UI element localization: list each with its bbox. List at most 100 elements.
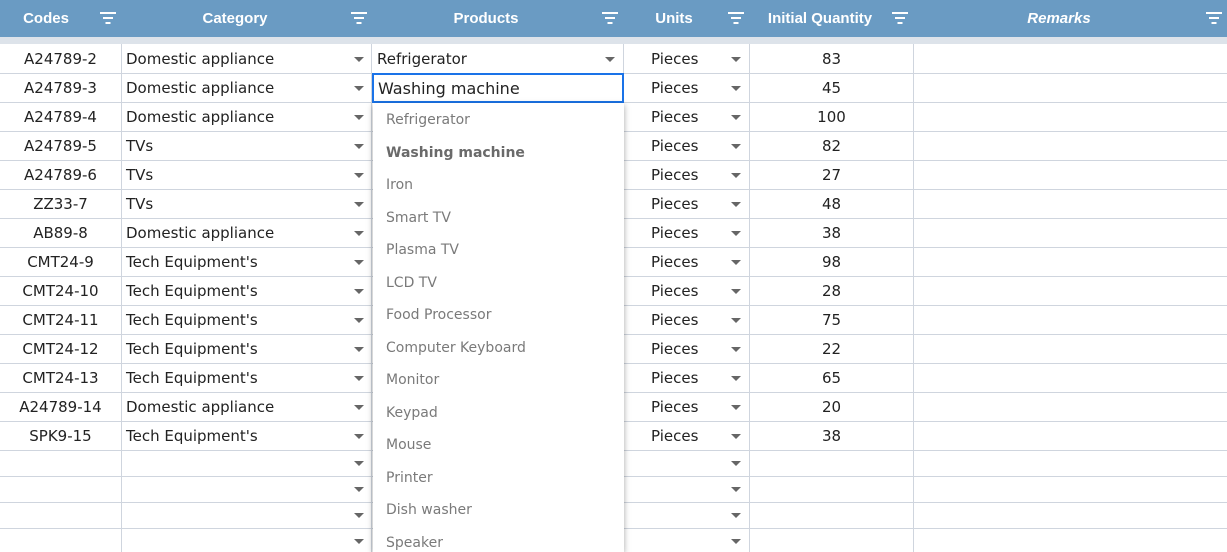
quantity-cell[interactable]: 65 [750,364,913,392]
chevron-down-icon[interactable] [731,260,741,265]
dropdown-option[interactable]: Refrigerator [386,112,470,128]
dropdown-option[interactable]: Smart TV [386,210,451,226]
quantity-cell[interactable]: 22 [750,335,913,363]
header-remarks[interactable]: Remarks [914,0,1204,37]
chevron-down-icon[interactable] [731,86,741,91]
chevron-down-icon[interactable] [731,347,741,352]
category-cell[interactable]: Tech Equipment's [126,277,346,305]
dropdown-option[interactable]: Dish washer [386,502,472,518]
unit-cell[interactable]: Pieces [651,277,721,305]
chevron-down-icon[interactable] [731,513,741,518]
unit-cell[interactable]: Pieces [651,132,721,160]
dropdown-option[interactable]: Plasma TV [386,242,459,258]
filter-icon[interactable] [100,11,116,25]
code-cell[interactable]: CMT24-12 [0,335,121,363]
code-cell[interactable]: CMT24-10 [0,277,121,305]
quantity-cell[interactable]: 20 [750,393,913,421]
dropdown-option[interactable]: Iron [386,177,413,193]
unit-cell[interactable]: Pieces [651,74,721,102]
quantity-cell[interactable]: 98 [750,248,913,276]
chevron-down-icon[interactable] [354,260,364,265]
quantity-cell[interactable]: 48 [750,190,913,218]
dropdown-option[interactable]: Monitor [386,372,439,388]
chevron-down-icon[interactable] [354,376,364,381]
quantity-cell[interactable]: 82 [750,132,913,160]
code-cell[interactable]: CMT24-13 [0,364,121,392]
chevron-down-icon[interactable] [731,173,741,178]
category-cell[interactable]: Domestic appliance [126,219,346,247]
category-cell[interactable]: TVs [126,161,346,189]
dropdown-option[interactable]: Washing machine [386,145,525,161]
chevron-down-icon[interactable] [731,318,741,323]
dropdown-option[interactable]: Printer [386,470,433,486]
chevron-down-icon[interactable] [354,434,364,439]
unit-cell[interactable]: Pieces [651,45,721,73]
header-products[interactable]: Products [372,0,600,37]
dropdown-option[interactable]: Food Processor [386,307,491,323]
quantity-cell[interactable]: 38 [750,219,913,247]
chevron-down-icon[interactable] [731,434,741,439]
chevron-down-icon[interactable] [354,202,364,207]
code-cell[interactable]: A24789-6 [0,161,121,189]
category-cell[interactable]: Tech Equipment's [126,335,346,363]
quantity-cell[interactable]: 100 [750,103,913,131]
filter-icon[interactable] [602,11,618,25]
chevron-down-icon[interactable] [354,318,364,323]
code-cell[interactable]: CMT24-9 [0,248,121,276]
chevron-down-icon[interactable] [731,57,741,62]
header-codes[interactable]: Codes [0,0,92,37]
quantity-cell[interactable]: 38 [750,422,913,450]
header-units[interactable]: Units [624,0,724,37]
code-cell[interactable]: A24789-3 [0,74,121,102]
chevron-down-icon[interactable] [731,405,741,410]
chevron-down-icon[interactable] [354,144,364,149]
header-category[interactable]: Category [122,0,348,37]
chevron-down-icon[interactable] [354,461,364,466]
chevron-down-icon[interactable] [731,376,741,381]
chevron-down-icon[interactable] [354,57,364,62]
code-cell[interactable]: CMT24-11 [0,306,121,334]
category-cell[interactable]: Tech Equipment's [126,422,346,450]
filter-icon[interactable] [351,11,367,25]
chevron-down-icon[interactable] [731,461,741,466]
chevron-down-icon[interactable] [354,405,364,410]
code-cell[interactable]: A24789-14 [0,393,121,421]
filter-icon[interactable] [892,11,908,25]
chevron-down-icon[interactable] [731,289,741,294]
quantity-cell[interactable]: 75 [750,306,913,334]
chevron-down-icon[interactable] [731,539,741,544]
chevron-down-icon[interactable] [354,86,364,91]
dropdown-option[interactable]: LCD TV [386,275,437,291]
unit-cell[interactable]: Pieces [651,190,721,218]
unit-cell[interactable]: Pieces [651,422,721,450]
category-cell[interactable]: Tech Equipment's [126,248,346,276]
active-cell-editor[interactable]: Washing machine [372,73,624,103]
dropdown-option[interactable]: Keypad [386,405,438,421]
code-cell[interactable]: A24789-4 [0,103,121,131]
chevron-down-icon[interactable] [354,487,364,492]
category-cell[interactable]: TVs [126,132,346,160]
unit-cell[interactable]: Pieces [651,103,721,131]
chevron-down-icon[interactable] [731,202,741,207]
unit-cell[interactable]: Pieces [651,306,721,334]
filter-icon[interactable] [728,11,744,25]
category-cell[interactable]: Domestic appliance [126,74,346,102]
chevron-down-icon[interactable] [605,57,615,62]
category-cell[interactable]: Domestic appliance [126,103,346,131]
chevron-down-icon[interactable] [354,539,364,544]
category-cell[interactable]: Domestic appliance [126,45,346,73]
chevron-down-icon[interactable] [354,347,364,352]
unit-cell[interactable]: Pieces [651,219,721,247]
chevron-down-icon[interactable] [354,173,364,178]
code-cell[interactable]: A24789-2 [0,45,121,73]
chevron-down-icon[interactable] [354,115,364,120]
category-cell[interactable]: TVs [126,190,346,218]
header-initial-quantity[interactable]: Initial Quantity [750,0,890,37]
code-cell[interactable]: SPK9-15 [0,422,121,450]
chevron-down-icon[interactable] [731,487,741,492]
category-cell[interactable]: Domestic appliance [126,393,346,421]
dropdown-option[interactable]: Mouse [386,437,431,453]
dropdown-option[interactable]: Speaker [386,535,443,551]
code-cell[interactable]: A24789-5 [0,132,121,160]
chevron-down-icon[interactable] [731,144,741,149]
